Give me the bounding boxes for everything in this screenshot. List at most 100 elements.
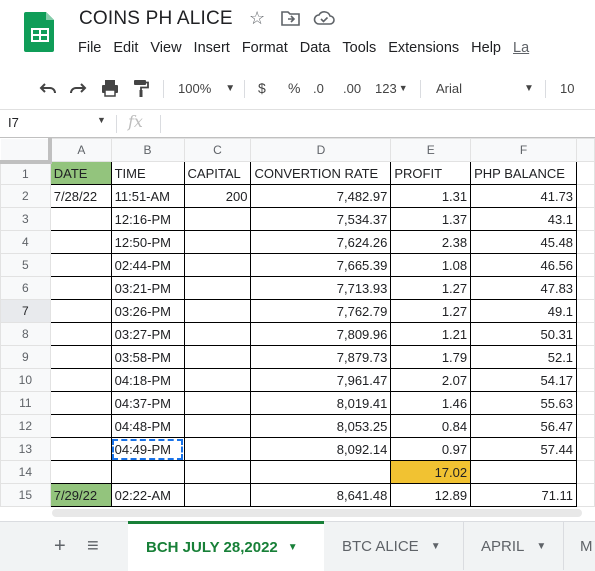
cell-time[interactable]: 03:27-PM — [110, 322, 185, 346]
menu-file[interactable]: File — [72, 40, 107, 60]
cell-capital[interactable] — [183, 437, 252, 461]
cell-php-balance[interactable]: 41.73 — [470, 184, 578, 208]
cell-php-balance[interactable]: 52.1 — [470, 345, 578, 369]
cell-date[interactable] — [49, 368, 112, 392]
cell-date[interactable] — [49, 345, 112, 369]
cell-convertion-rate[interactable]: 8,641.48 — [250, 483, 392, 507]
cell-capital[interactable]: 200 — [183, 184, 252, 208]
row-header[interactable]: 1 — [0, 161, 51, 185]
cell-capital[interactable] — [183, 207, 252, 231]
cell-time[interactable]: 12:50-PM — [110, 230, 185, 254]
row-header[interactable]: 15 — [0, 483, 51, 507]
cell-profit[interactable]: 0.97 — [390, 437, 472, 461]
menu-view[interactable]: View — [144, 40, 187, 60]
cell-date[interactable] — [49, 253, 112, 277]
cell-convertion-rate[interactable]: 8,053.25 — [250, 414, 392, 438]
cell-time[interactable]: 11:51-AM — [110, 184, 185, 208]
print-icon[interactable] — [100, 66, 120, 110]
cell-profit[interactable]: 1.37 — [390, 207, 472, 231]
cell-capital[interactable] — [183, 391, 252, 415]
cell-profit[interactable]: PROFIT — [390, 161, 472, 185]
move-to-folder-icon[interactable] — [281, 10, 301, 31]
cell-capital[interactable] — [183, 368, 252, 392]
cell-convertion-rate[interactable]: 7,961.47 — [250, 368, 392, 392]
cell-profit[interactable]: 1.27 — [390, 299, 472, 323]
sheets-logo-icon[interactable] — [24, 10, 56, 52]
cell-time[interactable]: 03:26-PM — [110, 299, 185, 323]
cell-profit[interactable]: 1.31 — [390, 184, 472, 208]
cell-php-balance[interactable] — [470, 460, 578, 484]
cell-empty[interactable] — [576, 345, 595, 369]
cell-date[interactable] — [49, 391, 112, 415]
cell-date[interactable] — [49, 460, 112, 484]
row-header[interactable]: 10 — [0, 368, 51, 392]
cell-profit[interactable]: 0.84 — [390, 414, 472, 438]
cell-empty[interactable] — [576, 368, 595, 392]
row-header[interactable]: 4 — [0, 230, 51, 254]
cell-date[interactable] — [49, 414, 112, 438]
cell-time[interactable]: 04:49-PM — [110, 437, 185, 461]
cell-empty[interactable] — [576, 414, 595, 438]
cell-time[interactable]: 03:58-PM — [110, 345, 185, 369]
row-header[interactable]: 14 — [0, 460, 51, 484]
tab-april[interactable]: APRIL ▼ — [481, 522, 546, 570]
cell-empty[interactable] — [576, 391, 595, 415]
cell-convertion-rate[interactable]: 7,809.96 — [250, 322, 392, 346]
tab-bch-july-28-2022[interactable]: BCH JULY 28,2022 ▼ — [128, 521, 324, 571]
cell-capital[interactable] — [183, 345, 252, 369]
cell-capital[interactable] — [183, 253, 252, 277]
row-header[interactable]: 11 — [0, 391, 51, 415]
cell-capital[interactable] — [183, 230, 252, 254]
cell-time[interactable]: 03:21-PM — [110, 276, 185, 300]
cell-capital[interactable] — [183, 460, 252, 484]
cell-php-balance[interactable]: 49.1 — [470, 299, 578, 323]
cell-empty[interactable] — [576, 276, 595, 300]
cell-profit[interactable]: 1.08 — [390, 253, 472, 277]
cell-php-balance[interactable]: 71.11 — [470, 483, 578, 507]
increase-decimal-button[interactable]: .00 — [343, 66, 361, 110]
column-header-next[interactable] — [576, 138, 595, 162]
cell-capital[interactable] — [183, 322, 252, 346]
cell-time[interactable]: 12:16-PM — [110, 207, 185, 231]
column-header-d[interactable]: D — [250, 138, 392, 162]
cell-php-balance[interactable]: 43.1 — [470, 207, 578, 231]
cell-php-balance[interactable]: 47.83 — [470, 276, 578, 300]
cell-empty[interactable] — [576, 207, 595, 231]
cell-convertion-rate[interactable]: 7,482.97 — [250, 184, 392, 208]
menu-extensions[interactable]: Extensions — [382, 40, 465, 60]
row-header[interactable]: 2 — [0, 184, 51, 208]
decrease-decimal-button[interactable]: .0 — [313, 66, 324, 110]
add-sheet-button[interactable]: + — [54, 522, 66, 570]
menu-insert[interactable]: Insert — [188, 40, 236, 60]
cell-empty[interactable] — [576, 322, 595, 346]
cell-php-balance[interactable]: 46.56 — [470, 253, 578, 277]
cell-convertion-rate[interactable]: 7,665.39 — [250, 253, 392, 277]
cell-date[interactable] — [49, 276, 112, 300]
cell-empty[interactable] — [576, 161, 595, 185]
horizontal-scrollbar[interactable] — [52, 509, 582, 517]
cell-profit[interactable]: 1.27 — [390, 276, 472, 300]
menu-edit[interactable]: Edit — [107, 40, 144, 60]
cell-convertion-rate[interactable]: CONVERTION RATE — [250, 161, 392, 185]
cell-date[interactable] — [49, 437, 112, 461]
cell-time[interactable]: 02:22-AM — [110, 483, 185, 507]
cell-date[interactable] — [49, 322, 112, 346]
cell-empty[interactable] — [576, 460, 595, 484]
cell-profit[interactable]: 1.79 — [390, 345, 472, 369]
currency-format-button[interactable]: $ — [258, 66, 266, 110]
row-header[interactable]: 13 — [0, 437, 51, 461]
percent-format-button[interactable]: % — [288, 66, 300, 110]
undo-icon[interactable] — [38, 66, 58, 110]
column-header-b[interactable]: B — [110, 138, 185, 162]
cell-date[interactable] — [49, 207, 112, 231]
column-header-f[interactable]: F — [470, 138, 578, 162]
cell-profit[interactable]: 1.21 — [390, 322, 472, 346]
last-edit-link[interactable]: La — [507, 40, 535, 60]
cell-time[interactable]: 02:44-PM — [110, 253, 185, 277]
cell-convertion-rate[interactable]: 7,879.73 — [250, 345, 392, 369]
cell-capital[interactable] — [183, 414, 252, 438]
name-box[interactable]: I7 — [8, 115, 19, 130]
paint-format-icon[interactable] — [132, 66, 150, 110]
cell-capital[interactable] — [183, 299, 252, 323]
star-icon[interactable]: ☆ — [249, 8, 265, 29]
